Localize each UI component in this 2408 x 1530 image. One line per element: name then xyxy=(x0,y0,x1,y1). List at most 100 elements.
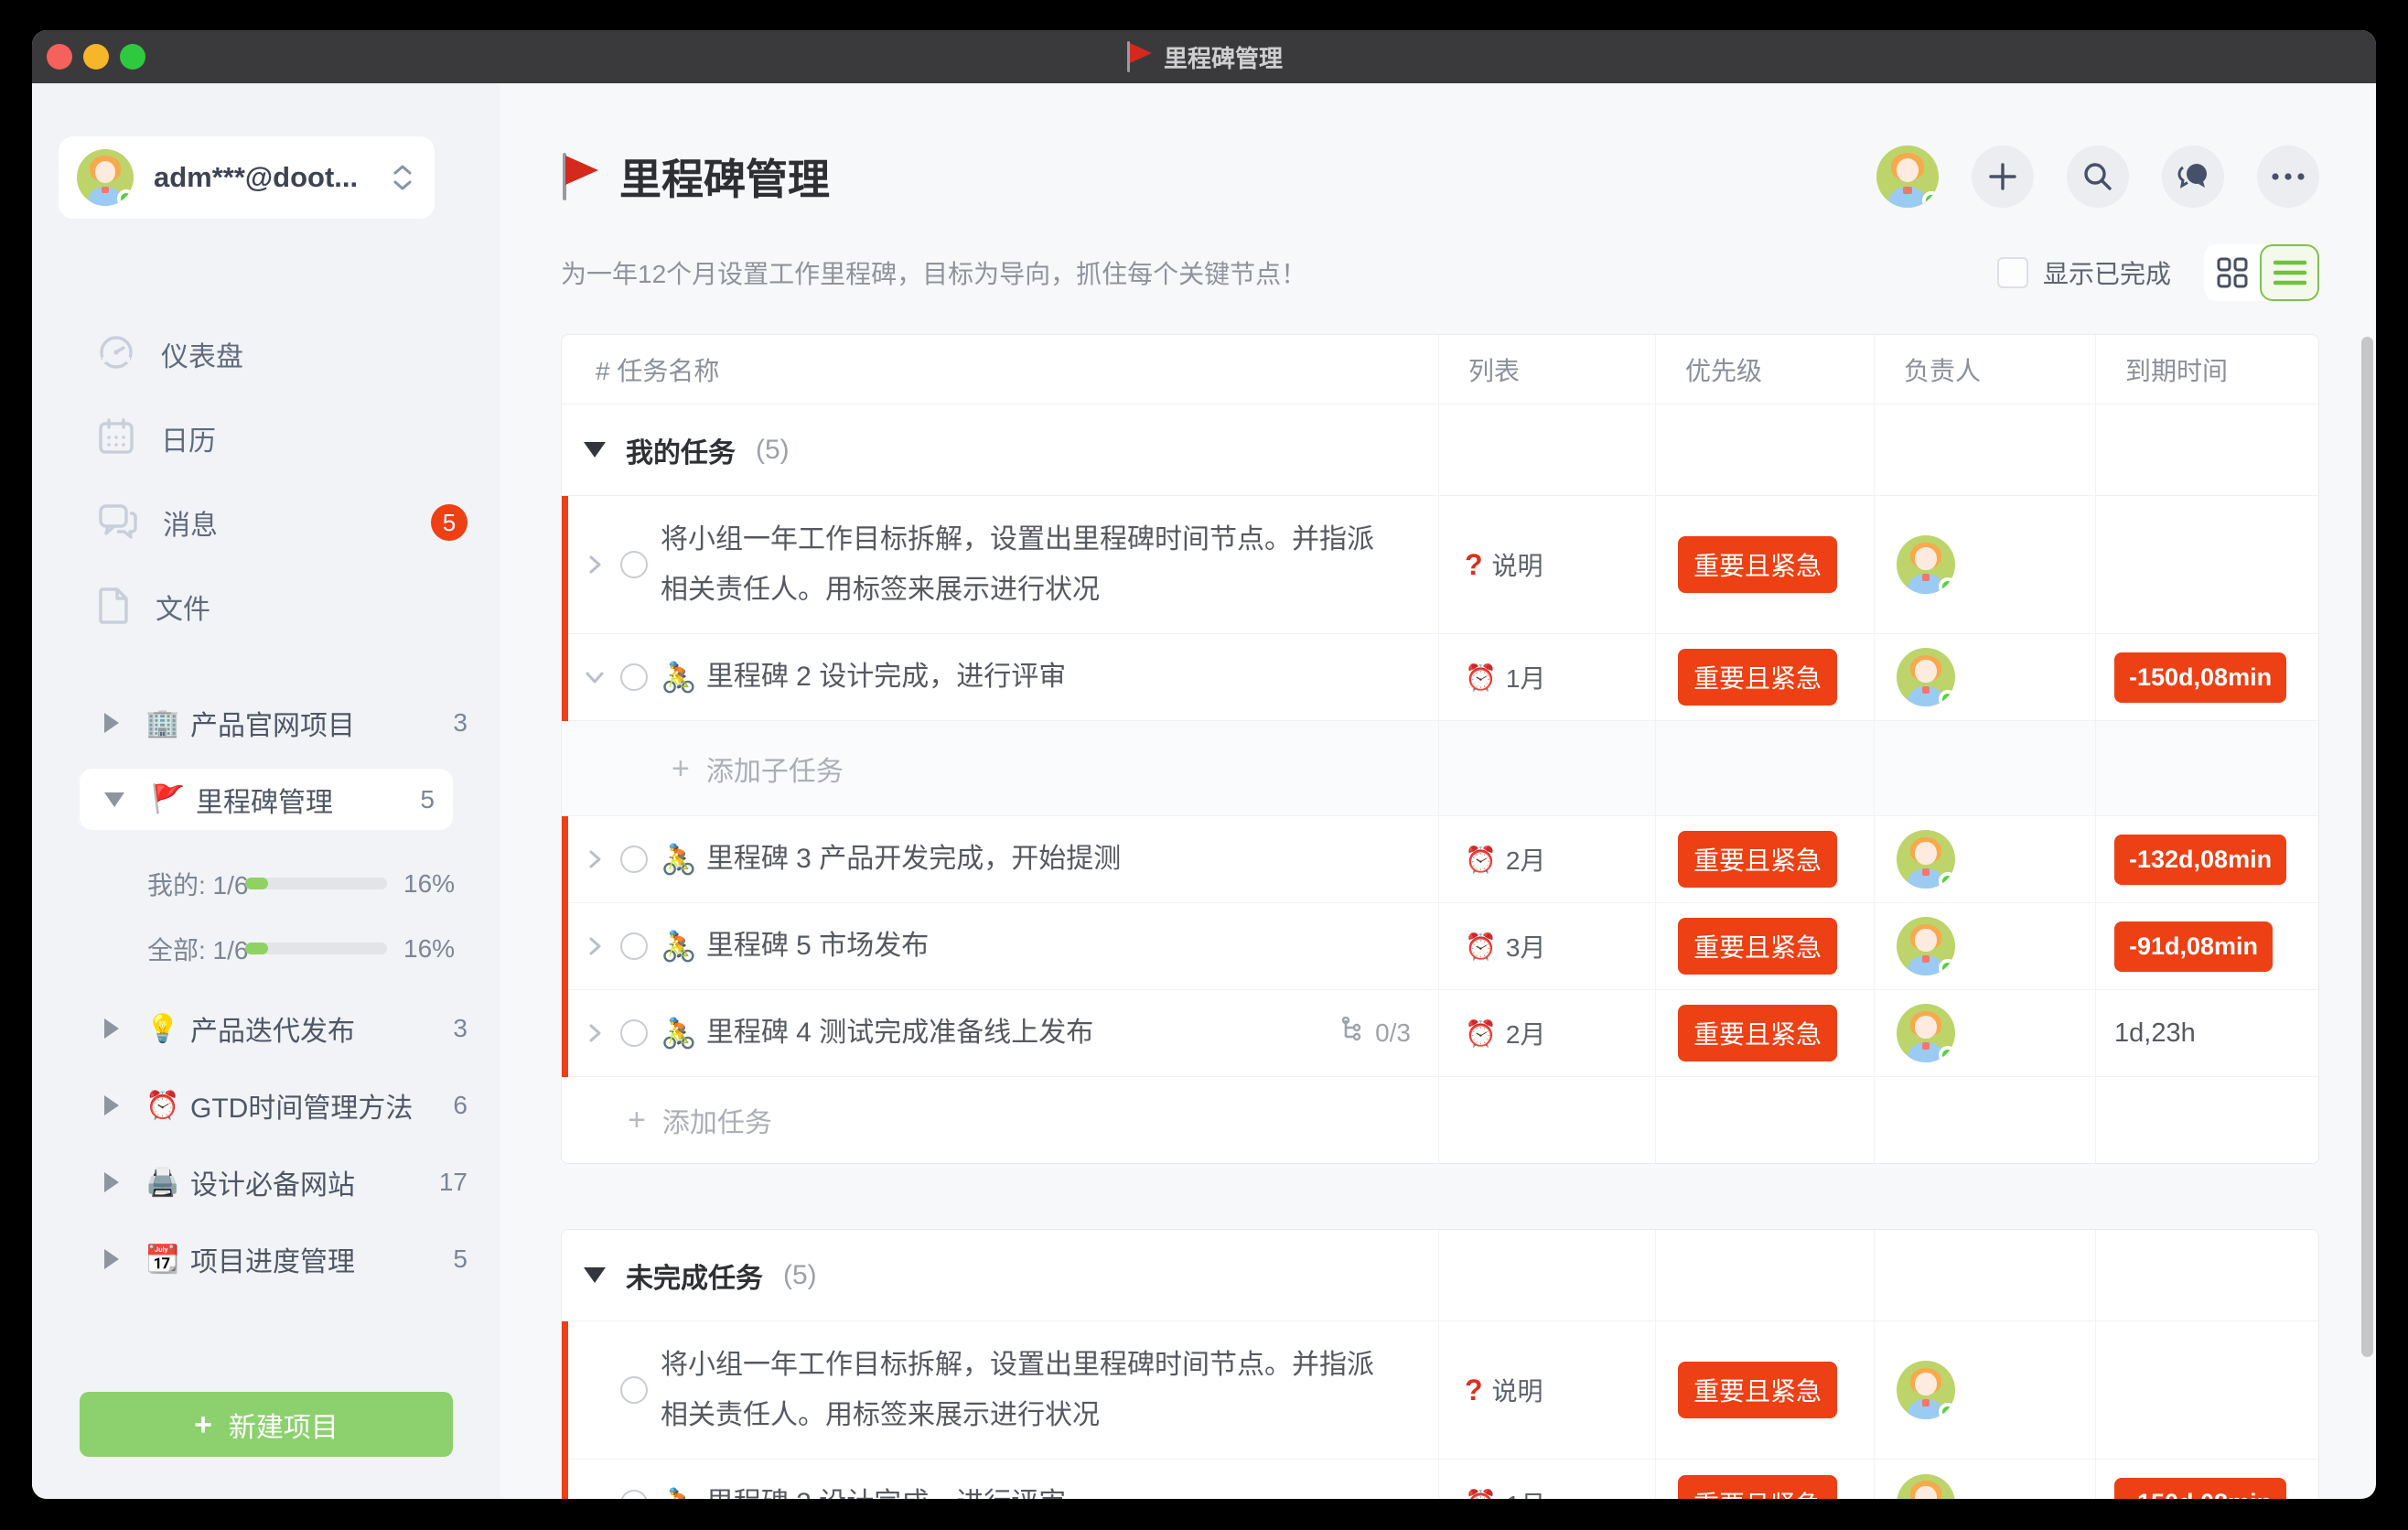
list-view-button[interactable] xyxy=(2260,244,2319,301)
task-complete-circle[interactable] xyxy=(620,1376,648,1404)
add-spacer xyxy=(1874,721,2095,815)
expand-chevron-right-icon[interactable] xyxy=(584,848,620,870)
task-due-cell: 1d,23h xyxy=(2095,990,2318,1076)
online-status-dot xyxy=(1939,690,1955,706)
task-complete-circle[interactable] xyxy=(620,663,648,691)
task-row[interactable]: 将小组一年工作目标拆解，设置出里程碑时间节点。并指派相关责任人。用标签来展示进行… xyxy=(562,496,2318,634)
task-table-area: # 任务名称列表优先级负责人到期时间我的任务(5)将小组一年工作目标拆解，设置出… xyxy=(561,334,2376,1499)
group-header-spacer xyxy=(2095,404,2318,495)
chat-button[interactable] xyxy=(2162,145,2224,208)
assignee-avatar xyxy=(1897,1361,1955,1419)
caret-right-icon[interactable] xyxy=(104,1018,119,1039)
expand-chevron-down-icon[interactable] xyxy=(584,666,620,688)
task-title: 里程碑 5 市场发布 xyxy=(706,921,929,972)
task-row[interactable]: 将小组一年工作目标拆解，设置出里程碑时间节点。并指派相关责任人。用标签来展示进行… xyxy=(562,1321,2318,1460)
project-item-gtd[interactable]: ⏰GTD时间管理方法6 xyxy=(32,1067,500,1144)
caret-down-icon[interactable] xyxy=(584,1267,606,1283)
flag-icon xyxy=(561,153,601,200)
priority-badge: 重要且紧急 xyxy=(1678,1362,1837,1418)
question-mark-icon: ? xyxy=(1465,1374,1483,1407)
expand-chevron-right-icon[interactable] xyxy=(584,935,620,957)
calendar-icon xyxy=(97,417,135,460)
sidebar-item-calendar[interactable]: 日历 xyxy=(32,396,500,480)
project-list: 🏢产品官网项目3🚩里程碑管理5我的: 1/616%全部: 1/616%💡产品迭代… xyxy=(32,684,500,1298)
task-group-header[interactable]: 未完成任务(5) xyxy=(562,1230,2318,1321)
vertical-scrollbar[interactable] xyxy=(2361,337,2373,1357)
list-name: 说明 xyxy=(1492,1372,1543,1408)
add-button[interactable] xyxy=(1972,145,2034,208)
project-task-count: 6 xyxy=(453,1091,468,1120)
overdue-time-pill: -150d,08min xyxy=(2114,1478,2286,1499)
project-label: 里程碑管理 xyxy=(196,780,420,820)
task-group-header[interactable]: 我的任务(5) xyxy=(562,404,2318,496)
progress-row: 全部: 1/616% xyxy=(32,916,500,981)
sidebar-item-files[interactable]: 文件 xyxy=(32,565,500,649)
task-name-cell: 将小组一年工作目标拆解，设置出里程碑时间节点。并指派相关责任人。用标签来展示进行… xyxy=(562,1321,1438,1459)
task-title: 里程碑 2 设计完成，进行评审 xyxy=(706,1478,1066,1499)
new-project-button[interactable]: + 新建项目 xyxy=(80,1392,453,1457)
caret-down-icon[interactable] xyxy=(104,792,124,807)
sidebar-item-messages[interactable]: 消息5 xyxy=(32,480,500,565)
project-item-progress-mgmt[interactable]: 📆项目进度管理5 xyxy=(32,1221,500,1298)
grid-view-button[interactable] xyxy=(2204,244,2260,301)
group-gap xyxy=(561,1164,2376,1196)
caret-right-icon[interactable] xyxy=(104,1095,119,1115)
project-item-iteration[interactable]: 💡产品迭代发布3 xyxy=(32,990,500,1067)
titlebar: 里程碑管理 xyxy=(32,30,2376,83)
account-switcher[interactable]: adm***@doot... xyxy=(59,136,435,219)
page-title: 里程碑管理 xyxy=(561,146,1876,207)
task-assignee-cell xyxy=(1874,634,2095,720)
group-header-spacer xyxy=(1655,1230,1874,1320)
task-emoji: 🚴 xyxy=(661,660,697,695)
add-spacer xyxy=(1438,1077,1655,1163)
task-name-cell: 将小组一年工作目标拆解，设置出里程碑时间节点。并指派相关责任人。用标签来展示进行… xyxy=(562,496,1438,633)
task-assignee-cell xyxy=(1874,816,2095,902)
show-completed-checkbox[interactable] xyxy=(1997,257,2028,288)
column-header-2: 优先级 xyxy=(1655,335,1874,404)
task-assignee-cell xyxy=(1874,496,2095,633)
add-spacer xyxy=(1438,721,1655,815)
caret-right-icon[interactable] xyxy=(104,713,119,733)
search-button[interactable] xyxy=(2067,145,2129,208)
task-row[interactable]: 🚴里程碑 4 测试完成准备线上发布0/3⏰2月重要且紧急1d,23h xyxy=(562,990,2318,1077)
zoom-button[interactable] xyxy=(120,44,145,70)
caret-right-icon[interactable] xyxy=(104,1249,119,1269)
project-task-count: 3 xyxy=(453,708,468,738)
project-item-product-site[interactable]: 🏢产品官网项目3 xyxy=(32,684,500,761)
task-row[interactable]: 🚴里程碑 5 市场发布⏰3月重要且紧急-91d,08min xyxy=(562,903,2318,990)
project-item-milestone[interactable]: 🚩里程碑管理5 xyxy=(80,769,453,830)
list-name: 说明 xyxy=(1492,546,1543,583)
project-item-design-sites[interactable]: 🖨️设计必备网站17 xyxy=(32,1144,500,1221)
more-button[interactable] xyxy=(2257,145,2319,208)
plus-icon: + xyxy=(628,1104,646,1136)
expand-chevron-right-icon[interactable] xyxy=(584,1022,620,1044)
task-title: 里程碑 3 产品开发完成，开始提测 xyxy=(706,834,1121,885)
online-status-dot xyxy=(1939,1046,1955,1062)
add-task-row[interactable]: +添加任务 xyxy=(562,1077,2318,1163)
chat-bubble-icon xyxy=(2176,160,2210,193)
add-subtask-row[interactable]: +添加子任务 xyxy=(562,721,2318,816)
task-row[interactable]: 🚴里程碑 2 设计完成，进行评审⏰1月重要且紧急-150d,08min xyxy=(562,634,2318,721)
task-complete-circle[interactable] xyxy=(620,1019,648,1047)
add-spacer xyxy=(1874,1077,2095,1163)
project-task-count: 5 xyxy=(453,1244,468,1274)
caret-right-icon[interactable] xyxy=(104,1172,119,1192)
priority-badge: 重要且紧急 xyxy=(1678,918,1837,975)
task-complete-circle[interactable] xyxy=(620,846,648,873)
task-complete-circle[interactable] xyxy=(620,551,648,578)
task-row[interactable]: 🚴里程碑 2 设计完成，进行评审⏰1月重要且紧急-150d,08min xyxy=(562,1460,2318,1499)
project-emoji: 💡 xyxy=(143,1013,183,1045)
close-button[interactable] xyxy=(47,44,72,70)
caret-down-icon[interactable] xyxy=(584,442,606,458)
task-complete-circle[interactable] xyxy=(620,1490,648,1500)
sidebar-item-dashboard[interactable]: 仪表盘 xyxy=(32,312,500,396)
task-priority-cell: 重要且紧急 xyxy=(1655,496,1874,633)
show-completed-toggle[interactable]: 显示已完成 xyxy=(1997,254,2171,291)
current-user-avatar[interactable] xyxy=(1876,145,1939,208)
task-row[interactable]: 🚴里程碑 3 产品开发完成，开始提测⏰2月重要且紧急-132d,08min xyxy=(562,816,2318,903)
expand-chevron-right-icon[interactable] xyxy=(584,554,620,576)
task-complete-circle[interactable] xyxy=(620,932,648,960)
minimize-button[interactable] xyxy=(83,44,109,70)
task-assignee-cell xyxy=(1874,990,2095,1076)
question-mark-icon: ? xyxy=(1465,548,1483,582)
